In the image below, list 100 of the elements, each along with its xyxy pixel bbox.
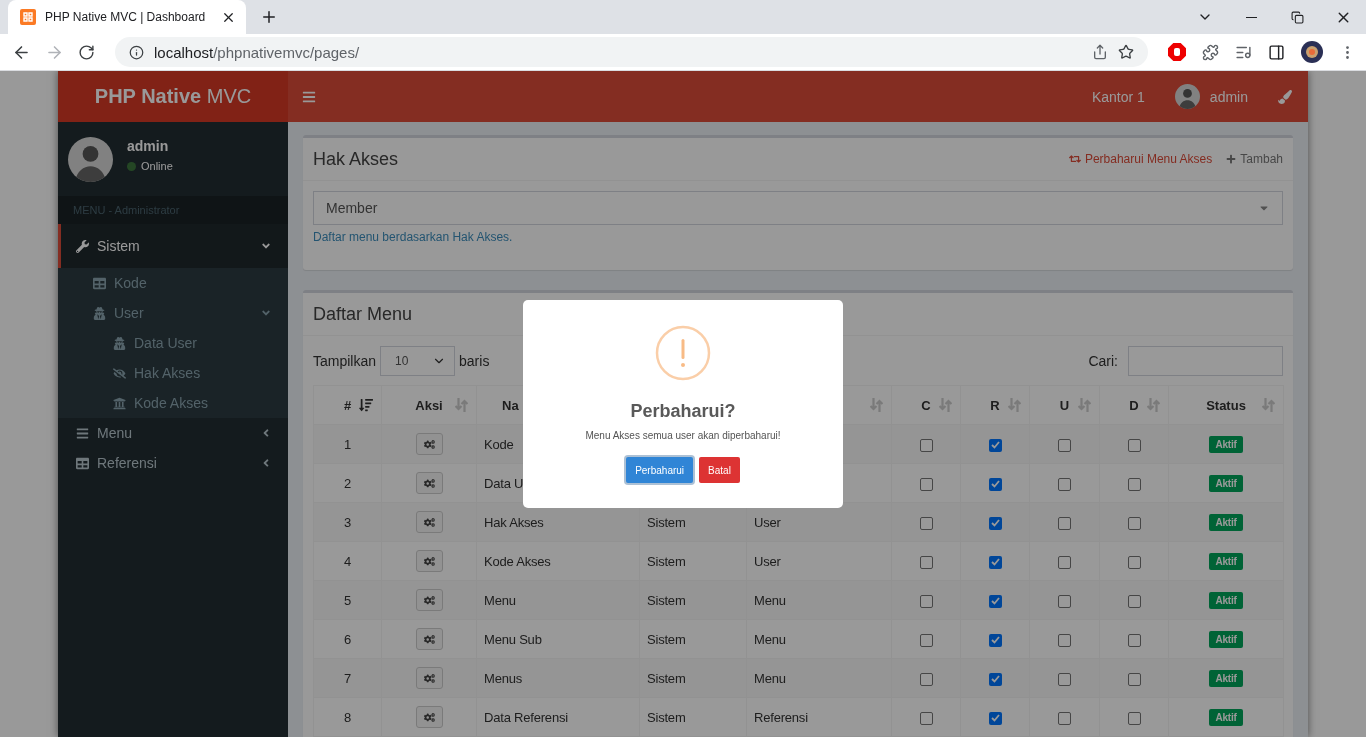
checkbox[interactable] [919, 633, 933, 647]
column-header[interactable]: # [343, 397, 352, 413]
checkbox[interactable] [1127, 477, 1141, 491]
checkbox[interactable] [988, 477, 1002, 491]
checkbox[interactable] [919, 477, 933, 491]
checkbox[interactable] [988, 438, 1002, 452]
checkbox[interactable] [1058, 633, 1071, 647]
gears-icon [423, 555, 435, 567]
checkbox[interactable] [988, 711, 1002, 725]
user-avatar [1174, 84, 1200, 109]
extensions-icon[interactable] [1202, 43, 1219, 61]
table-cell: Menu [484, 592, 516, 608]
settings-button[interactable] [415, 433, 443, 455]
new-tab-button[interactable] [260, 8, 278, 26]
table-cell: Menu [754, 631, 786, 647]
settings-button[interactable] [415, 706, 443, 728]
bank-icon [113, 396, 126, 410]
checkbox[interactable] [919, 555, 933, 569]
office-name[interactable]: Kantor 1 [1091, 88, 1145, 105]
sidebar-item[interactable]: Referensi [58, 448, 288, 478]
table-icon [76, 456, 89, 470]
settings-button[interactable] [415, 472, 443, 494]
confirm-button[interactable]: Perbaharui [626, 457, 694, 483]
table-cell: Sistem [647, 631, 686, 647]
status-badge: Aktif [1209, 552, 1243, 570]
checkbox[interactable] [988, 633, 1002, 647]
cancel-button[interactable]: Batal [699, 457, 740, 483]
checkbox[interactable] [988, 672, 1002, 686]
share-icon[interactable] [1092, 44, 1108, 60]
checkbox[interactable] [988, 555, 1002, 569]
gears-icon [423, 516, 435, 528]
add-link[interactable]: Tambah [1226, 152, 1283, 166]
checkbox[interactable] [1058, 594, 1071, 608]
paintbrush-icon[interactable] [1278, 89, 1292, 104]
column-header[interactable]: D [1129, 397, 1139, 413]
brand-logo[interactable]: PHP Native MVC [58, 71, 288, 122]
sidebar-item[interactable]: Sistem [58, 224, 288, 268]
refresh-link[interactable]: Perbaharui Menu Akses [1068, 152, 1213, 166]
panel-title: Hak Akses [313, 148, 399, 170]
role-select[interactable]: Member [313, 191, 1283, 225]
settings-button[interactable] [415, 511, 443, 533]
checkbox[interactable] [1127, 594, 1141, 608]
gears-icon [423, 477, 435, 489]
checkbox[interactable] [1127, 672, 1141, 686]
list-icon [76, 426, 89, 440]
user-name: admin [127, 138, 170, 154]
search-label: Cari: [1088, 353, 1118, 369]
search-field[interactable] [1128, 346, 1283, 376]
settings-button[interactable] [415, 550, 443, 572]
user-name[interactable]: admin [1209, 88, 1248, 105]
address-bar[interactable]: localhost/phpnativemvc/pages/ [115, 37, 1148, 67]
settings-button[interactable] [415, 628, 443, 650]
checkbox[interactable] [1127, 711, 1141, 725]
profile-avatar[interactable] [1301, 41, 1323, 63]
checkbox[interactable] [988, 594, 1002, 608]
checkbox[interactable] [919, 672, 933, 686]
sidebar-item[interactable]: Menu [58, 418, 288, 448]
checkbox[interactable] [919, 438, 933, 452]
checkbox[interactable] [1127, 438, 1141, 452]
reload-button[interactable] [78, 43, 95, 61]
side-panel-icon[interactable] [1268, 43, 1285, 61]
row-number: 6 [344, 631, 351, 647]
checkbox[interactable] [988, 516, 1002, 530]
checkbox[interactable] [1127, 555, 1141, 569]
checkbox[interactable] [1058, 516, 1071, 530]
sort-descending-icon[interactable] [359, 398, 373, 412]
checkbox[interactable] [1058, 672, 1071, 686]
checkbox[interactable] [1058, 555, 1071, 569]
checkbox[interactable] [919, 516, 933, 530]
column-header[interactable]: Status [1206, 397, 1246, 413]
app-logo-icon [20, 9, 36, 25]
status-badge: Aktif [1209, 591, 1243, 609]
gears-icon [423, 438, 435, 450]
column-header[interactable]: Aksi [415, 397, 443, 413]
table-cell: Menu Sub [484, 631, 542, 647]
column-header[interactable]: R [990, 397, 1000, 413]
column-header[interactable]: Na [502, 397, 519, 413]
status-badge: Aktif [1209, 435, 1243, 453]
table-cell: Sistem [647, 553, 686, 569]
checkbox[interactable] [1058, 711, 1071, 725]
checkbox[interactable] [1058, 438, 1071, 452]
checkbox[interactable] [919, 711, 933, 725]
settings-button[interactable] [415, 589, 443, 611]
row-number: 4 [344, 553, 351, 569]
checkbox[interactable] [1058, 477, 1071, 491]
table-cell: Sistem [647, 670, 686, 686]
checkbox[interactable] [919, 594, 933, 608]
settings-button[interactable] [415, 667, 443, 689]
stop-hand-icon[interactable] [1168, 43, 1186, 61]
column-header[interactable]: U [1059, 397, 1070, 413]
restore-icon [1290, 10, 1304, 24]
info-icon[interactable] [129, 44, 144, 60]
bookmark-star-icon[interactable] [1118, 44, 1134, 60]
checkbox[interactable] [1127, 633, 1141, 647]
menu-icon[interactable] [302, 89, 316, 104]
page-length-select[interactable]: 10 [380, 346, 456, 376]
checkbox[interactable] [1127, 516, 1141, 530]
browser-tab[interactable]: PHP Native MVC | Dashboard [8, 0, 246, 34]
column-header[interactable]: C [921, 397, 931, 413]
row-number: 8 [344, 709, 351, 725]
